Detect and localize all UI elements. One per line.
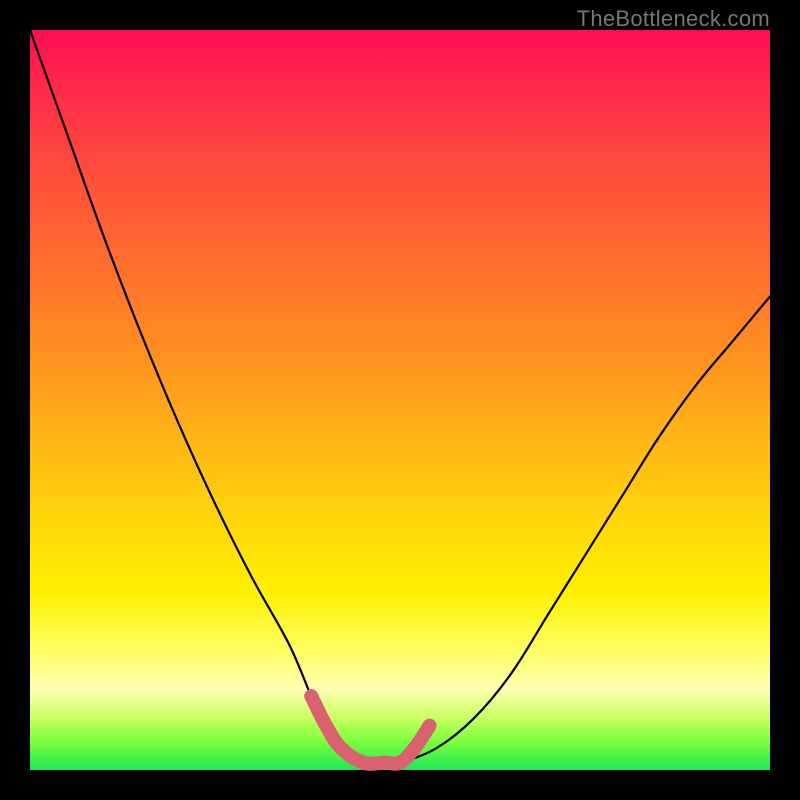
optimal-band <box>311 696 429 764</box>
chart-svg <box>30 30 770 770</box>
chart-frame: TheBottleneck.com <box>0 0 800 800</box>
plot-area <box>30 30 770 770</box>
bottleneck-curve <box>30 30 770 764</box>
attribution-text: TheBottleneck.com <box>577 6 770 32</box>
